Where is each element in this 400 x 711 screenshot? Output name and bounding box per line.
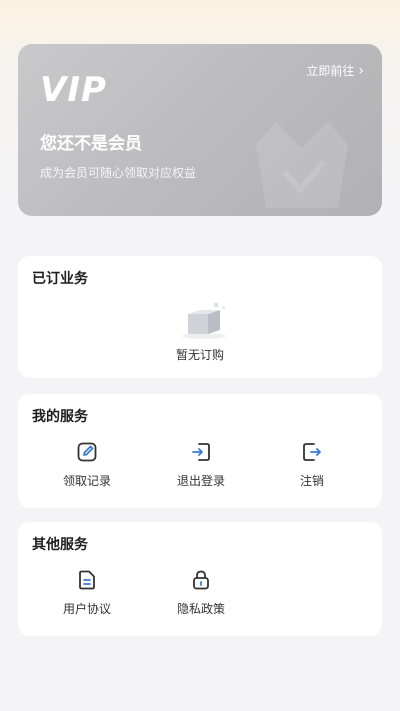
my-services-card: 我的服务 领取记录 退出登录 注销 — [18, 394, 382, 508]
chevron-right-icon: › — [358, 62, 364, 79]
edit-icon — [77, 442, 97, 462]
vip-logo: VIP — [40, 70, 107, 110]
other-services-card: 其他服务 用户协议 隐私政策 — [18, 522, 382, 636]
vip-status-title: 您还不是会员 — [40, 134, 142, 154]
service-claim-records[interactable]: 领取记录 — [47, 440, 127, 489]
vip-status-subtitle: 成为会员可随心领取对应权益 — [40, 166, 197, 180]
service-privacy-policy[interactable]: 隐私政策 — [161, 568, 241, 617]
service-label: 用户协议 — [62, 602, 111, 616]
service-logout[interactable]: 退出登录 — [161, 440, 241, 489]
service-label: 隐私政策 — [176, 602, 225, 616]
cancel-account-icon — [303, 443, 321, 461]
service-cancel-account[interactable]: 注销 — [272, 440, 352, 489]
other-services-title: 其他服务 — [32, 537, 88, 553]
vip-crown-watermark-icon — [256, 122, 348, 208]
service-label: 注销 — [299, 474, 324, 488]
empty-state-text: 暂无订购 — [175, 348, 224, 362]
empty-box-icon — [182, 303, 226, 339]
service-user-agreement[interactable]: 用户协议 — [47, 568, 127, 617]
vip-card[interactable]: VIP 立即前往 › 您还不是会员 成为会员可随心领取对应权益 — [18, 44, 382, 216]
lock-icon — [193, 570, 209, 590]
vip-goto-link[interactable]: 立即前往 › — [306, 62, 364, 79]
subscribed-services-title: 已订业务 — [32, 271, 88, 287]
service-label: 退出登录 — [176, 474, 225, 488]
document-icon — [79, 570, 95, 590]
service-label: 领取记录 — [62, 474, 111, 488]
logout-icon — [192, 443, 210, 461]
my-services-title: 我的服务 — [32, 409, 88, 425]
subscribed-services-card: 已订业务 暂无订购 — [18, 256, 382, 378]
vip-goto-label: 立即前往 — [306, 64, 355, 78]
